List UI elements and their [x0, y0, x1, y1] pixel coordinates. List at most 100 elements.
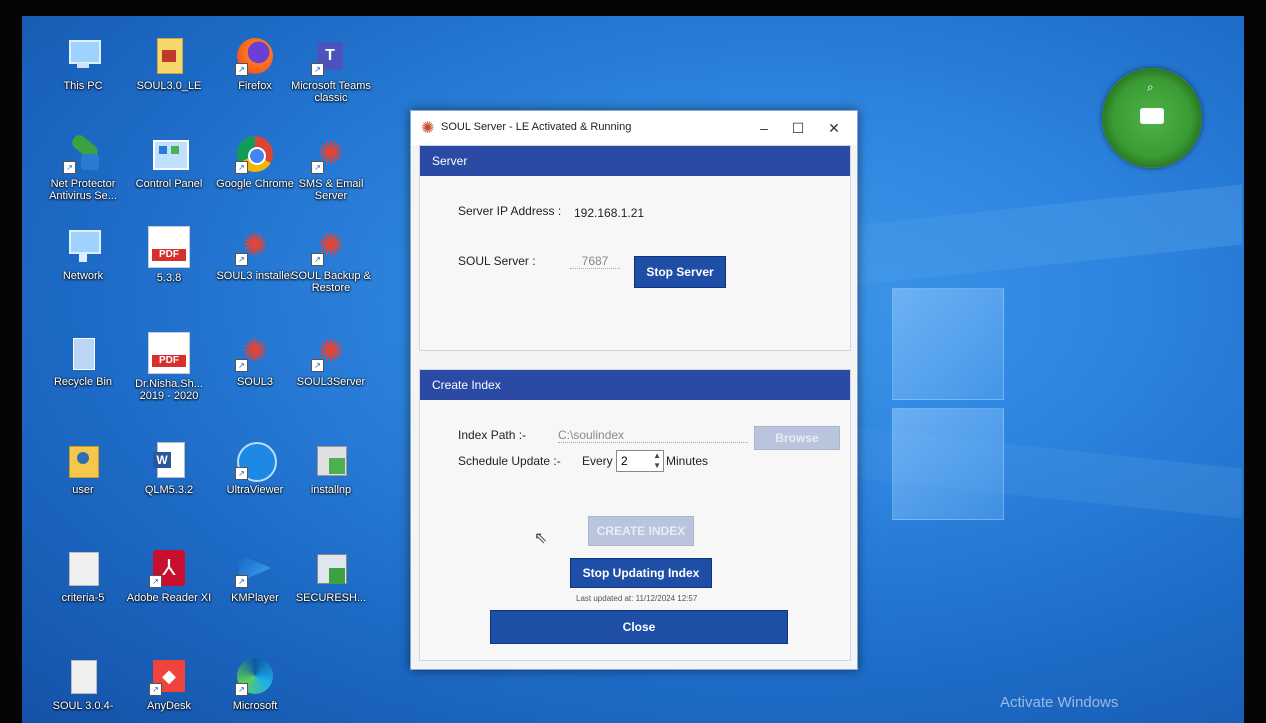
desktop-icon-label: KMPlayer	[231, 592, 279, 604]
stop-server-button[interactable]: Stop Server	[634, 256, 726, 288]
desktop-icon-label: Microsoft	[232, 700, 278, 712]
firefox-icon: ↗	[235, 36, 275, 76]
desktop-icon-anydesk[interactable]: ◆ ↗ AnyDesk	[126, 656, 212, 712]
computer-icon	[63, 36, 103, 76]
desktop-icon-microsoft-edge[interactable]: ↗ Microsoft	[212, 656, 298, 712]
search-icon: ⌕	[1147, 80, 1154, 94]
desktop-icon-soul-304[interactable]: SOUL 3.0.4-	[40, 656, 126, 712]
monitor-frame: This PC SOUL3.0_LE ↗ Firefox T ↗ Microsof…	[0, 0, 1266, 723]
soul-star-icon: ✺	[421, 120, 435, 137]
desktop-icon-label: Net Protector Antivirus Se...	[49, 178, 117, 202]
soul-star-icon: ✺ ↗	[311, 226, 351, 266]
folder-icon	[63, 548, 103, 588]
desktop-icon-this-pc[interactable]: This PC	[40, 36, 126, 92]
schedule-update-label: Schedule Update :-	[458, 454, 561, 468]
control-panel-icon	[149, 134, 189, 174]
installer-icon	[63, 656, 103, 696]
desktop-icon-net-protector[interactable]: ↗ Net Protector Antivirus Se...	[40, 132, 126, 202]
browse-button[interactable]: Browse	[754, 426, 840, 450]
desktop-icon-soul3-installer[interactable]: ✺ ↗ SOUL3 installer	[212, 226, 298, 282]
desktop-icon-control-panel[interactable]: Control Panel	[126, 134, 212, 190]
desktop-icon-criteria-5[interactable]: criteria-5	[40, 548, 126, 604]
pdf-badge: PDF	[152, 249, 186, 261]
activate-windows-watermark: Activate Windows	[1000, 694, 1119, 711]
stepper-arrows-icon[interactable]: ▲ ▼	[653, 451, 661, 471]
index-path-field[interactable]: C:\soulindex	[558, 428, 748, 443]
minutes-label: Minutes	[666, 454, 709, 468]
close-button[interactable]: Close	[490, 610, 788, 644]
desktop-icon-installnp[interactable]: installnp	[288, 440, 374, 496]
desktop-icon-label: AnyDesk	[146, 700, 192, 712]
desktop-icon-soul3-server[interactable]: ✺ ↗ SOUL3Server	[288, 332, 374, 388]
desktop-icon-label: installnp	[310, 484, 352, 496]
desktop-icon-label: SOUL Backup & Restore	[291, 270, 371, 294]
desktop-icon-soul-backup[interactable]: ✺ ↗ SOUL Backup & Restore	[288, 226, 374, 294]
book-icon	[149, 36, 189, 76]
create-index-panel: Create Index Index Path :- C:\soulindex …	[419, 369, 851, 661]
ultraviewer-icon: ↗	[235, 440, 277, 482]
last-updated-text: Last updated at: 11/12/2024 12:57	[576, 594, 698, 603]
stop-updating-index-button[interactable]: Stop Updating Index	[570, 558, 712, 588]
desktop-icon-soul3-le[interactable]: SOUL3.0_LE	[126, 36, 212, 92]
desktop-icon-label: SOUL3	[236, 376, 274, 388]
title-bar[interactable]: ✺ SOUL Server - LE Activated & Running –…	[411, 111, 857, 145]
desktop-icon-label: Recycle Bin	[53, 376, 113, 388]
create-index-button[interactable]: CREATE INDEX	[588, 516, 694, 546]
desktop-icon-label: SOUL 3.0.4-	[52, 700, 114, 712]
desktop-icon-adobe-reader[interactable]: ⅄ ↗ Adobe Reader XI	[126, 548, 212, 604]
antivirus-icon: ↗	[63, 132, 103, 174]
network-icon	[63, 226, 103, 266]
soul-star-icon: ✺ ↗	[235, 332, 275, 372]
desktop-icon-firefox[interactable]: ↗ Firefox	[212, 36, 298, 92]
desktop-icon-label: SMS & Email Server	[298, 178, 364, 202]
desktop-icon-label: UltraViewer	[226, 484, 284, 496]
desktop-icon-chrome[interactable]: ↗ Google Chrome	[212, 134, 298, 190]
desktop-icon-label: SECURESH...	[295, 592, 367, 604]
recycle-bin-icon	[63, 332, 103, 372]
pdf-icon: PDF	[148, 226, 190, 268]
desktop-icon-kmplayer[interactable]: ↗ KMPlayer	[212, 548, 298, 604]
interval-stepper[interactable]: 2 ▲ ▼	[616, 450, 664, 472]
desktop-icon-user[interactable]: user	[40, 440, 126, 496]
desktop-icon-label: QLM5.3.2	[144, 484, 194, 496]
chrome-icon: ↗	[235, 134, 275, 174]
desktop-icon-label: 5.3.8	[156, 272, 182, 284]
soul-star-icon: ✺ ↗	[311, 134, 351, 174]
desktop-icon-securesh[interactable]: SECURESH...	[288, 548, 374, 604]
maximize-button[interactable]: ☐	[785, 117, 811, 139]
desktop-icon-sms-email-server[interactable]: ✺ ↗ SMS & Email Server	[288, 134, 374, 202]
soul-star-icon: ✺ ↗	[311, 332, 351, 372]
desktop-icon-pdf-nisha[interactable]: PDF Dr.Nisha.Sh... 2019 - 2020	[126, 332, 212, 402]
desktop-icon-soul3[interactable]: ✺ ↗ SOUL3	[212, 332, 298, 388]
desktop-icon-pdf-538[interactable]: PDF 5.3.8	[126, 226, 212, 284]
user-folder-icon	[63, 440, 103, 480]
create-index-section-header: Create Index	[420, 370, 850, 400]
desktop-icon-label: Firefox	[238, 80, 272, 92]
minimize-button[interactable]: –	[751, 117, 777, 139]
desktop-icon-label: This PC	[63, 80, 103, 92]
teams-icon: T ↗	[311, 36, 351, 76]
installer-icon	[311, 440, 351, 480]
desktop-icon-label: Control Panel	[135, 178, 203, 190]
desktop-icon-label: SOUL3 installer	[216, 270, 294, 282]
wallpaper-logo-pane	[892, 288, 1004, 400]
desktop-icon-teams[interactable]: T ↗ Microsoft Teams classic	[288, 36, 374, 104]
desktop-gadget[interactable]: ⌕	[1102, 68, 1202, 168]
pdf-badge: PDF	[152, 355, 186, 367]
desktop-icon-label: SOUL3.0_LE	[136, 80, 202, 92]
soul-star-icon: ✺ ↗	[235, 226, 275, 266]
desktop-icon-ultraviewer[interactable]: ↗ UltraViewer	[212, 440, 298, 496]
port-field[interactable]: 7687	[570, 254, 620, 269]
index-path-label: Index Path :-	[458, 428, 527, 442]
wallpaper-logo-pane	[892, 408, 1004, 520]
desktop-icon-recycle-bin[interactable]: Recycle Bin	[40, 332, 126, 388]
soul-server-label: SOUL Server :	[458, 254, 536, 268]
soul-server-window: ✺ SOUL Server - LE Activated & Running –…	[410, 110, 858, 670]
every-label: Every	[582, 454, 613, 468]
desktop-icon-network[interactable]: Network	[40, 226, 126, 282]
desktop-icon-qlm[interactable]: W QLM5.3.2	[126, 440, 212, 496]
gadget-center-icon	[1140, 108, 1164, 124]
server-panel: Server Server IP Address : 192.168.1.21 …	[419, 145, 851, 351]
close-window-button[interactable]: ✕	[821, 117, 847, 139]
edge-icon: ↗	[235, 656, 275, 696]
